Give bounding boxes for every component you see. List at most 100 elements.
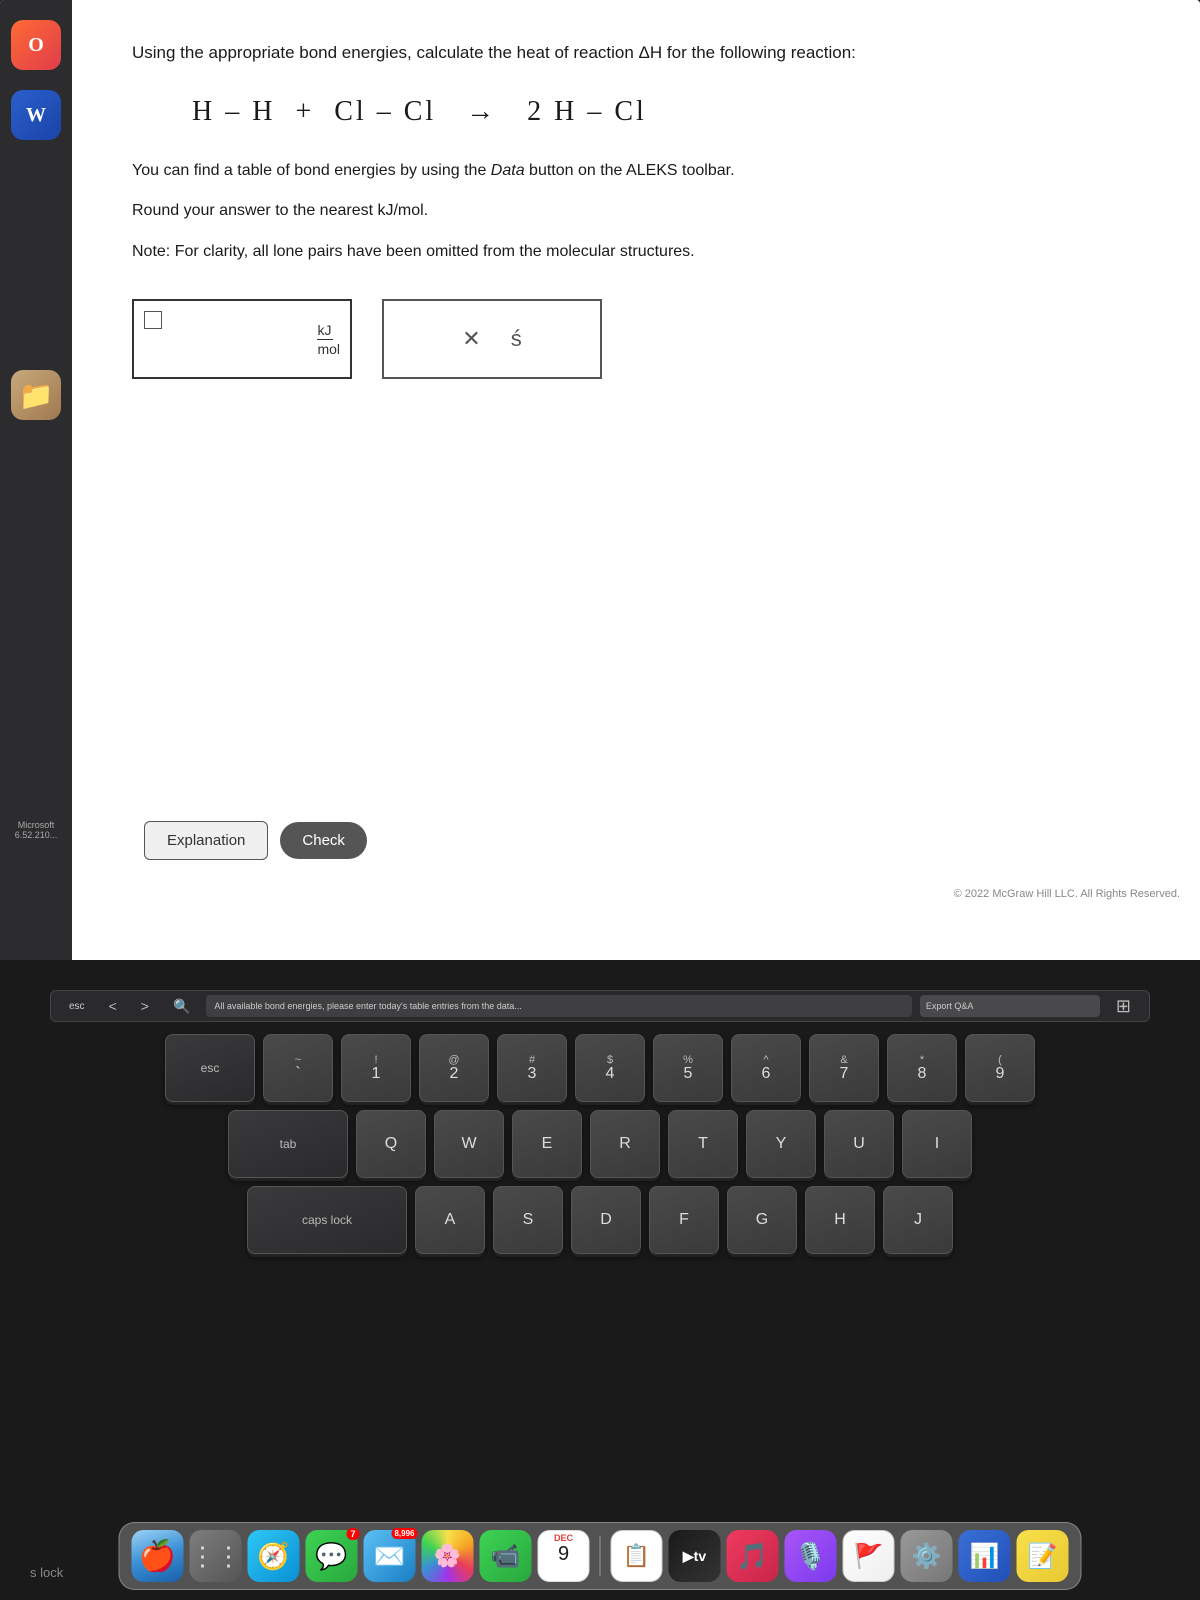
instruction-1: You can find a table of bond energies by… — [132, 158, 1140, 184]
key-capslock[interactable]: caps lock — [247, 1186, 407, 1254]
key-tilde[interactable]: ~ ` — [263, 1034, 333, 1102]
screen: O W 📁 Microsoft6.52.210... Using the app… — [0, 0, 1200, 960]
instruction-2: Round your answer to the nearest kJ/mol. — [132, 198, 1140, 224]
key-e[interactable]: E — [512, 1110, 582, 1178]
dock-item-notes[interactable]: 📝 — [1017, 1530, 1069, 1582]
dock-item-finder[interactable]: 🍎 — [132, 1530, 184, 1582]
question-text: Using the appropriate bond energies, cal… — [132, 40, 1140, 66]
key-g[interactable]: G — [727, 1186, 797, 1254]
dock-item-facetime[interactable]: 📹 — [480, 1530, 532, 1582]
key-y[interactable]: Y — [746, 1110, 816, 1178]
dock-item-messages[interactable]: 💬 7 — [306, 1530, 358, 1582]
key-t[interactable]: T — [668, 1110, 738, 1178]
key-q[interactable]: Q — [356, 1110, 426, 1178]
sidebar-bottom-label: Microsoft6.52.210... — [10, 820, 62, 840]
flags-icon: 🚩 — [854, 1542, 884, 1571]
key-j[interactable]: J — [883, 1186, 953, 1254]
sidebar: O W 📁 Microsoft6.52.210... — [0, 0, 72, 960]
key-caps-label: caps lock — [302, 1213, 352, 1227]
messages-icon: 💬 — [315, 1541, 347, 1572]
key-tab[interactable]: tab — [228, 1110, 348, 1178]
mail-icon: ✉️ — [373, 1541, 405, 1572]
dock-item-mail[interactable]: ✉️ 8,996 — [364, 1530, 416, 1582]
main-content: Using the appropriate bond energies, cal… — [72, 0, 1200, 960]
key-u[interactable]: U — [824, 1110, 894, 1178]
dock-item-flags[interactable]: 🚩 — [843, 1530, 895, 1582]
dock-item-system[interactable]: ⚙️ — [901, 1530, 953, 1582]
key-a[interactable]: A — [415, 1186, 485, 1254]
key-6[interactable]: ^ 6 — [731, 1034, 801, 1102]
key-4[interactable]: $ 4 — [575, 1034, 645, 1102]
key-s[interactable]: S — [493, 1186, 563, 1254]
safari-icon: 🧭 — [257, 1541, 289, 1572]
key-f[interactable]: F — [649, 1186, 719, 1254]
answer-input-box[interactable]: kJ mol — [132, 299, 352, 379]
tb-forward[interactable]: > — [133, 995, 157, 1017]
sidebar-icon-word[interactable]: W — [11, 90, 61, 140]
bottom-buttons: Explanation Check — [144, 821, 367, 860]
unit-label: kJ mol — [317, 301, 340, 377]
music-icon: 🎵 — [736, 1541, 768, 1572]
key-row-2: tab Q W E R T Y U I — [50, 1110, 1150, 1178]
dock-item-calendar[interactable]: DEC 9 — [538, 1530, 590, 1582]
key-8[interactable]: * 8 — [887, 1034, 957, 1102]
tb-back[interactable]: < — [101, 995, 125, 1017]
dock-item-music[interactable]: 🎵 — [727, 1530, 779, 1582]
dock: 🍎 ⋮⋮ 🧭 💬 7 ✉️ 8,996 🌸 📹 DEC 9 📋 ▶tv — [119, 1522, 1082, 1590]
key-tab-label: tab — [280, 1137, 297, 1151]
checkbox[interactable] — [144, 311, 162, 329]
key-row-3: caps lock A S D F G H J — [50, 1186, 1150, 1254]
capslock-label: s lock — [30, 1565, 63, 1580]
dock-item-bar[interactable]: 📊 — [959, 1530, 1011, 1582]
key-h[interactable]: H — [805, 1186, 875, 1254]
key-1[interactable]: ! 1 — [341, 1034, 411, 1102]
check-button[interactable]: Check — [280, 822, 367, 859]
key-7[interactable]: & 7 — [809, 1034, 879, 1102]
key-2[interactable]: @ 2 — [419, 1034, 489, 1102]
photos-icon: 🌸 — [434, 1543, 461, 1569]
mail-badge: 8,996 — [391, 1528, 417, 1539]
tb-window: Export Q&A — [920, 995, 1100, 1017]
finder-icon: 🍎 — [139, 1539, 176, 1574]
key-d[interactable]: D — [571, 1186, 641, 1254]
facetime-icon: 📹 — [491, 1542, 521, 1571]
clear-icon[interactable]: ✕ — [462, 326, 480, 352]
sidebar-icon-office[interactable]: O — [11, 20, 61, 70]
key-w[interactable]: W — [434, 1110, 504, 1178]
appletv-icon: ▶tv — [683, 1548, 706, 1565]
explanation-button[interactable]: Explanation — [144, 821, 268, 860]
sidebar-icon-folder[interactable]: 📁 — [11, 370, 61, 420]
bar-icon: 📊 — [970, 1542, 1000, 1571]
dock-item-safari[interactable]: 🧭 — [248, 1530, 300, 1582]
key-3[interactable]: # 3 — [497, 1034, 567, 1102]
messages-badge: 7 — [346, 1528, 359, 1540]
system-icon: ⚙️ — [912, 1542, 942, 1571]
keyboard: esc < > 🔍 All available bond energies, p… — [50, 990, 1150, 1262]
key-r[interactable]: R — [590, 1110, 660, 1178]
undo-icon[interactable]: ś — [511, 326, 522, 352]
dock-item-photos[interactable]: 🌸 — [422, 1530, 474, 1582]
key-row-1: esc ~ ` ! 1 @ 2 # 3 $ 4 % — [50, 1034, 1150, 1102]
key-9[interactable]: ( 9 — [965, 1034, 1035, 1102]
calendar-icon: DEC 9 — [539, 1531, 589, 1581]
tb-content-area: All available bond energies, please ente… — [206, 995, 912, 1017]
touchbar: esc < > 🔍 All available bond energies, p… — [50, 990, 1150, 1022]
reminders-icon: 📋 — [623, 1543, 650, 1569]
dock-item-podcasts[interactable]: 🎙️ — [785, 1530, 837, 1582]
podcasts-icon: 🎙️ — [794, 1541, 826, 1572]
tb-plus[interactable]: ⊞ — [1108, 993, 1139, 1020]
dock-item-appletv[interactable]: ▶tv — [669, 1530, 721, 1582]
dock-item-reminders[interactable]: 📋 — [611, 1530, 663, 1582]
key-5[interactable]: % 5 — [653, 1034, 723, 1102]
tb-window-label: Export Q&A — [926, 1001, 974, 1011]
reaction-equation: H – H + Cl – Cl → 2 H – Cl — [192, 96, 1140, 128]
tb-esc[interactable]: esc — [61, 998, 93, 1015]
key-esc[interactable]: esc — [165, 1034, 255, 1102]
notes-icon: 📝 — [1028, 1542, 1058, 1571]
dock-item-launchpad[interactable]: ⋮⋮ — [190, 1530, 242, 1582]
copyright-text: © 2022 McGraw Hill LLC. All Rights Reser… — [954, 888, 1180, 900]
key-i[interactable]: I — [902, 1110, 972, 1178]
dock-separator — [600, 1536, 601, 1576]
tb-search[interactable]: 🔍 — [165, 995, 198, 1018]
instruction-3: Note: For clarity, all lone pairs have b… — [132, 239, 1140, 265]
